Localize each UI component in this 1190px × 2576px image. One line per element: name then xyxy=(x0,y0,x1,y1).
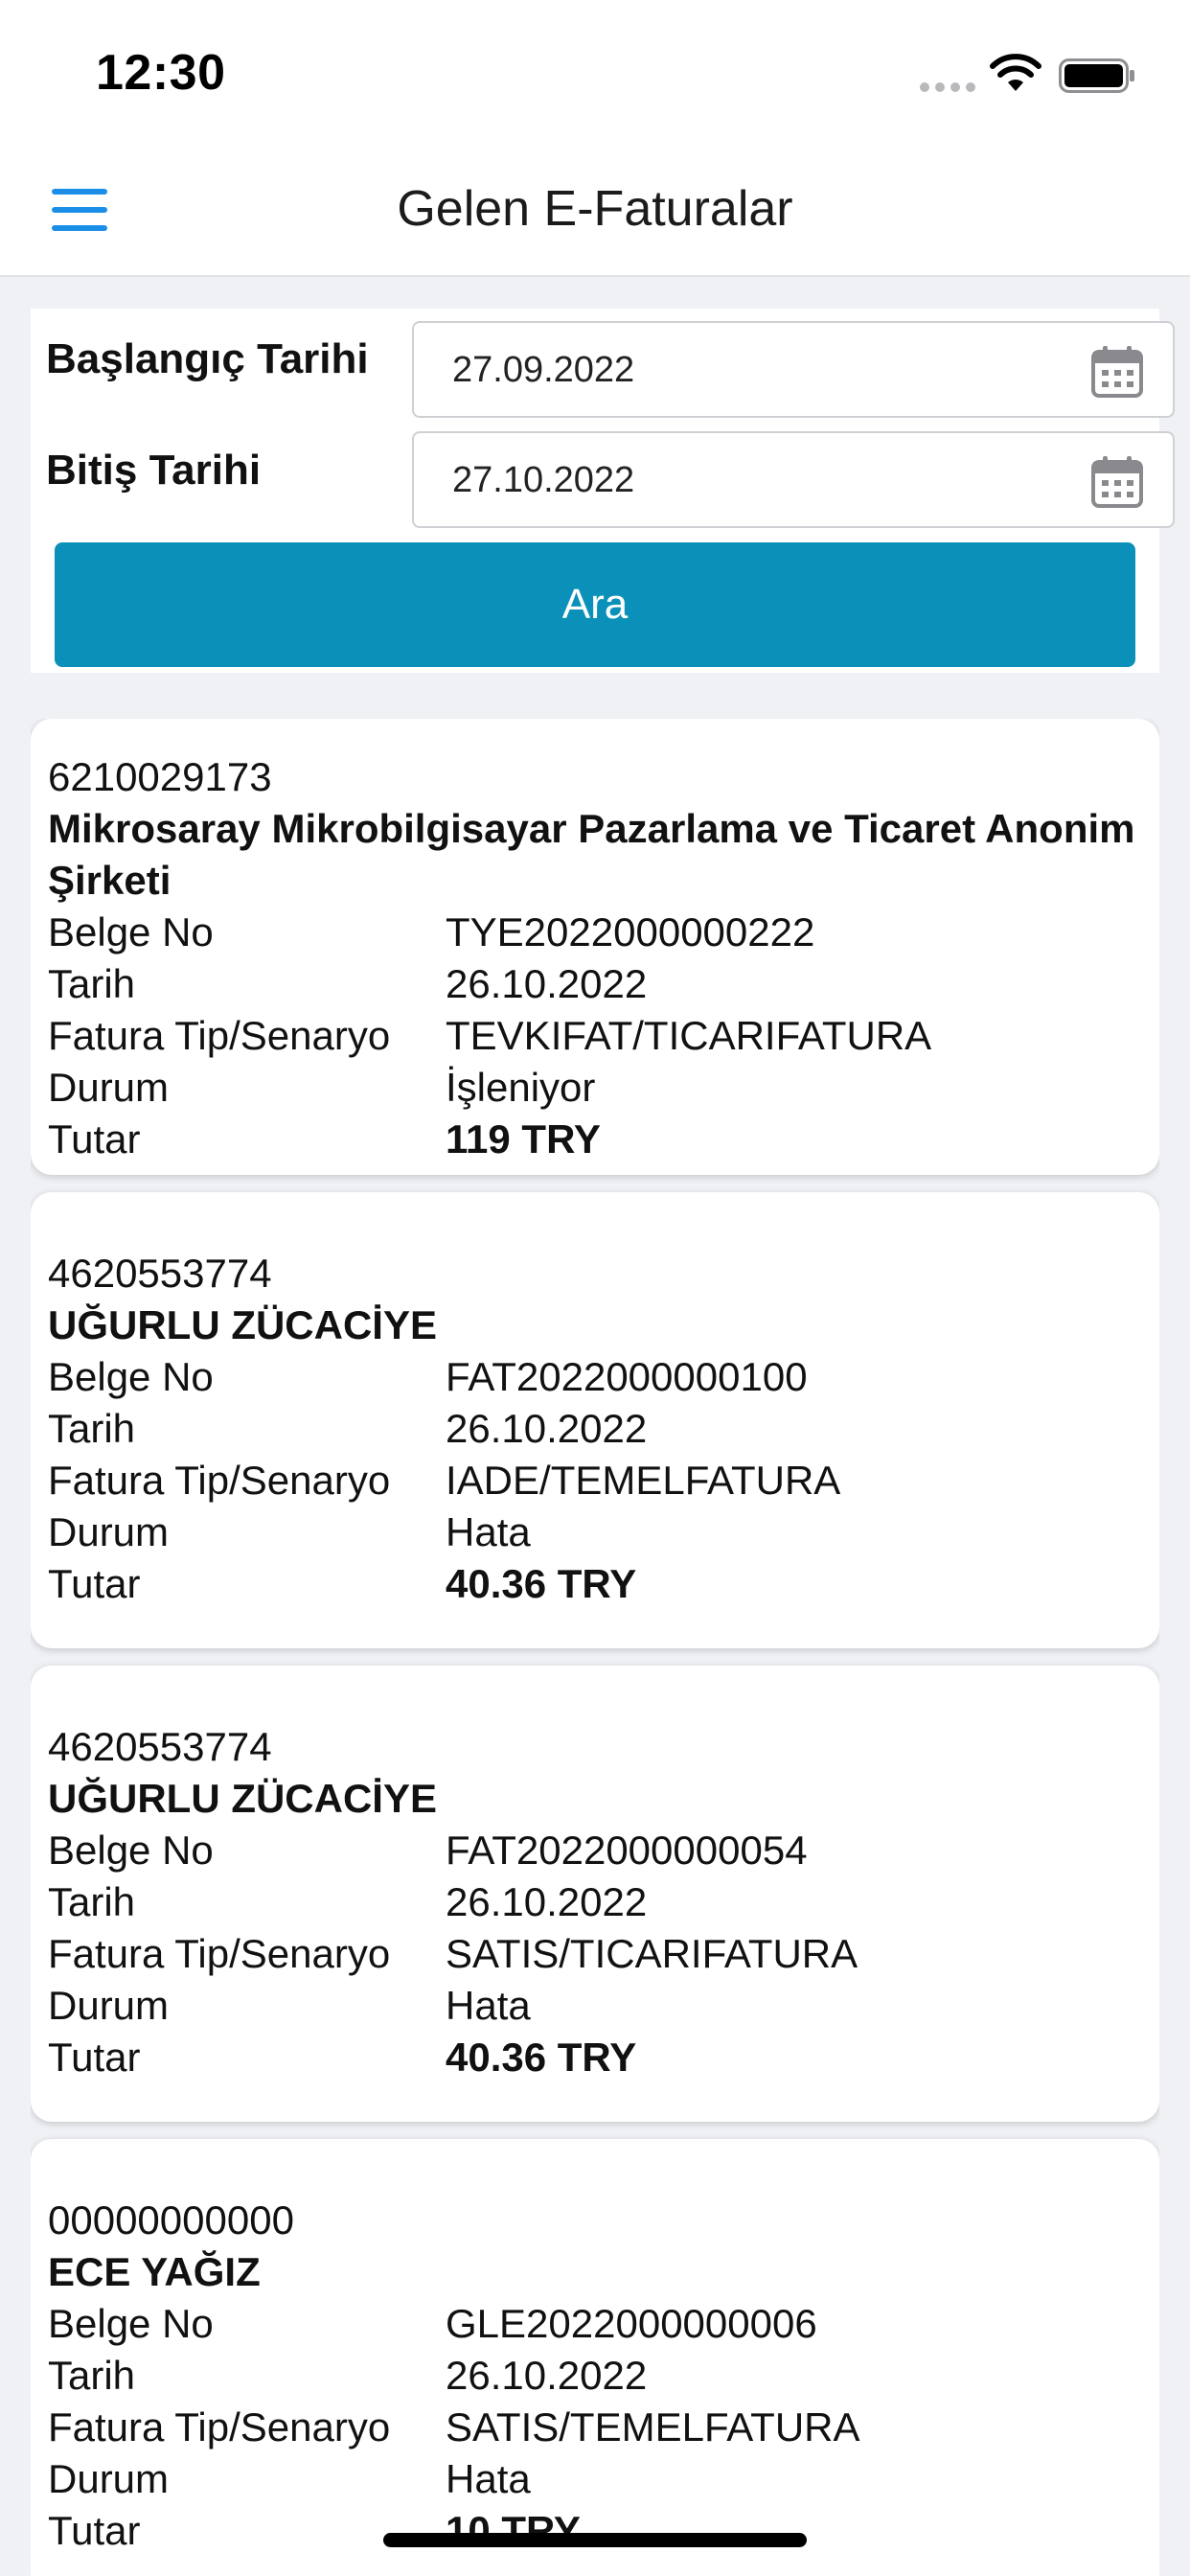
invoice-type: SATIS/TEMELFATURA xyxy=(446,2404,860,2450)
field-label: Fatura Tip/Senaryo xyxy=(48,1458,391,1503)
invoice-amount: 40.36 TRY xyxy=(446,1561,637,1606)
company-name: Mikrosaray Mikrobilgisayar Pazarlama ve … xyxy=(48,806,1135,903)
invoice-list: 6210029173 Mikrosaray Mikrobilgisayar Pa… xyxy=(31,719,1159,2576)
field-label: Belge No xyxy=(48,2301,214,2346)
status-row: Durum Hata xyxy=(48,2453,1142,2505)
document-number-row: Belge No GLE2022000000006 xyxy=(48,2298,1142,2350)
invoice-card[interactable]: 4620553774 UĞURLU ZÜCACİYE Belge No FAT20… xyxy=(31,1192,1159,1648)
type-row: Fatura Tip/Senaryo SATIS/TEMELFATURA xyxy=(48,2402,1142,2453)
date-row: Tarih 26.10.2022 xyxy=(48,958,1142,1010)
tax-number: 4620553774 xyxy=(48,1251,272,1296)
invoice-type: SATIS/TICARIFATURA xyxy=(446,1931,858,1976)
amount-row: Tutar 40.36 TRY xyxy=(48,1558,1142,1610)
field-label: Tutar xyxy=(48,2035,141,2080)
field-label: Tarih xyxy=(48,1406,136,1451)
document-number: GLE2022000000006 xyxy=(446,2301,817,2346)
field-label: Fatura Tip/Senaryo xyxy=(48,2404,391,2450)
company-name: UĞURLU ZÜCACİYE xyxy=(48,1776,437,1821)
invoice-date: 26.10.2022 xyxy=(446,2353,648,2398)
end-date-label: Bitiş Tarihi xyxy=(46,447,262,494)
status-row: Durum İşleniyor xyxy=(48,1062,1142,1114)
document-number-row: Belge No TYE2022000000222 xyxy=(48,907,1142,958)
start-date-value: 27.09.2022 xyxy=(452,350,635,390)
field-label: Durum xyxy=(48,2456,170,2501)
invoice-status: Hata xyxy=(446,1509,531,1554)
start-date-field[interactable]: 27.09.2022 xyxy=(412,321,1175,418)
battery-icon xyxy=(1059,58,1134,93)
invoice-date: 26.10.2022 xyxy=(446,961,648,1006)
field-label: Fatura Tip/Senaryo xyxy=(48,1931,391,1976)
field-label: Belge No xyxy=(48,1828,214,1873)
end-date-field[interactable]: 27.10.2022 xyxy=(412,431,1175,528)
invoice-amount: 40.36 TRY xyxy=(446,2035,637,2080)
date-row: Tarih 26.10.2022 xyxy=(48,1403,1142,1455)
field-label: Durum xyxy=(48,1509,170,1554)
invoice-amount: 119 TRY xyxy=(446,1116,601,1162)
invoice-card[interactable]: 4620553774 UĞURLU ZÜCACİYE Belge No FAT20… xyxy=(31,1666,1159,2122)
invoice-status: İşleniyor xyxy=(446,1065,596,1110)
invoice-card[interactable]: 6210029173 Mikrosaray Mikrobilgisayar Pa… xyxy=(31,719,1159,1175)
document-number: FAT2022000000054 xyxy=(446,1828,808,1873)
status-row: Durum Hata xyxy=(48,1506,1142,1558)
type-row: Fatura Tip/Senaryo SATIS/TICARIFATURA xyxy=(48,1928,1142,1980)
field-label: Belge No xyxy=(48,909,214,954)
wifi-icon xyxy=(990,54,1041,91)
invoice-card[interactable]: 00000000000 ECE YAĞIZ Belge No GLE2022000… xyxy=(31,2139,1159,2576)
start-date-label: Başlangıç Tarihi xyxy=(46,335,369,382)
date-filter-panel: Başlangıç Tarihi 27.09.2022 Bitiş Tarihi… xyxy=(31,309,1175,673)
tax-number: 6210029173 xyxy=(48,754,272,799)
tax-number: 00000000000 xyxy=(48,2197,294,2242)
field-label: Tutar xyxy=(48,2508,141,2553)
field-label: Tarih xyxy=(48,1879,136,1924)
document-number-row: Belge No FAT2022000000054 xyxy=(48,1825,1142,1876)
company-name: UĞURLU ZÜCACİYE xyxy=(48,1302,437,1347)
field-label: Durum xyxy=(48,1983,170,2028)
invoice-date: 26.10.2022 xyxy=(446,1879,648,1924)
invoice-date: 26.10.2022 xyxy=(446,1406,648,1451)
amount-row: Tutar 10 TRY xyxy=(48,2505,1142,2557)
screen: 12:30 Gelen E-Faturalar Başlangıç Tarihi… xyxy=(0,0,1190,2576)
top-bar: 12:30 Gelen E-Faturalar xyxy=(0,0,1190,277)
field-label: Fatura Tip/Senaryo xyxy=(48,1013,391,1058)
document-number: FAT2022000000100 xyxy=(446,1354,808,1399)
page-title: Gelen E-Faturalar xyxy=(397,181,793,237)
document-number: TYE2022000000222 xyxy=(446,909,815,954)
type-row: Fatura Tip/Senaryo IADE/TEMELFATURA xyxy=(48,1455,1142,1506)
field-label: Durum xyxy=(48,1065,170,1110)
search-button[interactable]: Ara xyxy=(55,542,1135,667)
field-label: Belge No xyxy=(48,1354,214,1399)
invoice-type: IADE/TEMELFATURA xyxy=(446,1458,841,1503)
date-row: Tarih 26.10.2022 xyxy=(48,1876,1142,1928)
end-date-value: 27.10.2022 xyxy=(452,460,635,500)
home-indicator[interactable] xyxy=(383,2533,807,2547)
amount-row: Tutar 119 TRY xyxy=(48,1114,1142,1165)
type-row: Fatura Tip/Senaryo TEVKIFAT/TICARIFATURA xyxy=(48,1010,1142,1062)
status-row: Durum Hata xyxy=(48,1980,1142,2032)
calendar-icon[interactable] xyxy=(1090,344,1144,400)
document-number-row: Belge No FAT2022000000100 xyxy=(48,1351,1142,1403)
amount-row: Tutar 40.36 TRY xyxy=(48,2032,1142,2083)
field-label: Tarih xyxy=(48,961,136,1006)
invoice-status: Hata xyxy=(446,2456,531,2501)
invoice-amount: 10 TRY xyxy=(446,2508,581,2553)
field-label: Tutar xyxy=(48,1116,141,1162)
company-name: ECE YAĞIZ xyxy=(48,2249,261,2294)
calendar-icon[interactable] xyxy=(1090,454,1144,510)
tax-number: 4620553774 xyxy=(48,1724,272,1769)
field-label: Tutar xyxy=(48,1561,141,1606)
date-row: Tarih 26.10.2022 xyxy=(48,2350,1142,2402)
cellular-signal-icon xyxy=(920,82,975,92)
invoice-status: Hata xyxy=(446,1983,531,2028)
status-time: 12:30 xyxy=(96,45,226,101)
invoice-type: TEVKIFAT/TICARIFATURA xyxy=(446,1013,932,1058)
field-label: Tarih xyxy=(48,2353,136,2398)
